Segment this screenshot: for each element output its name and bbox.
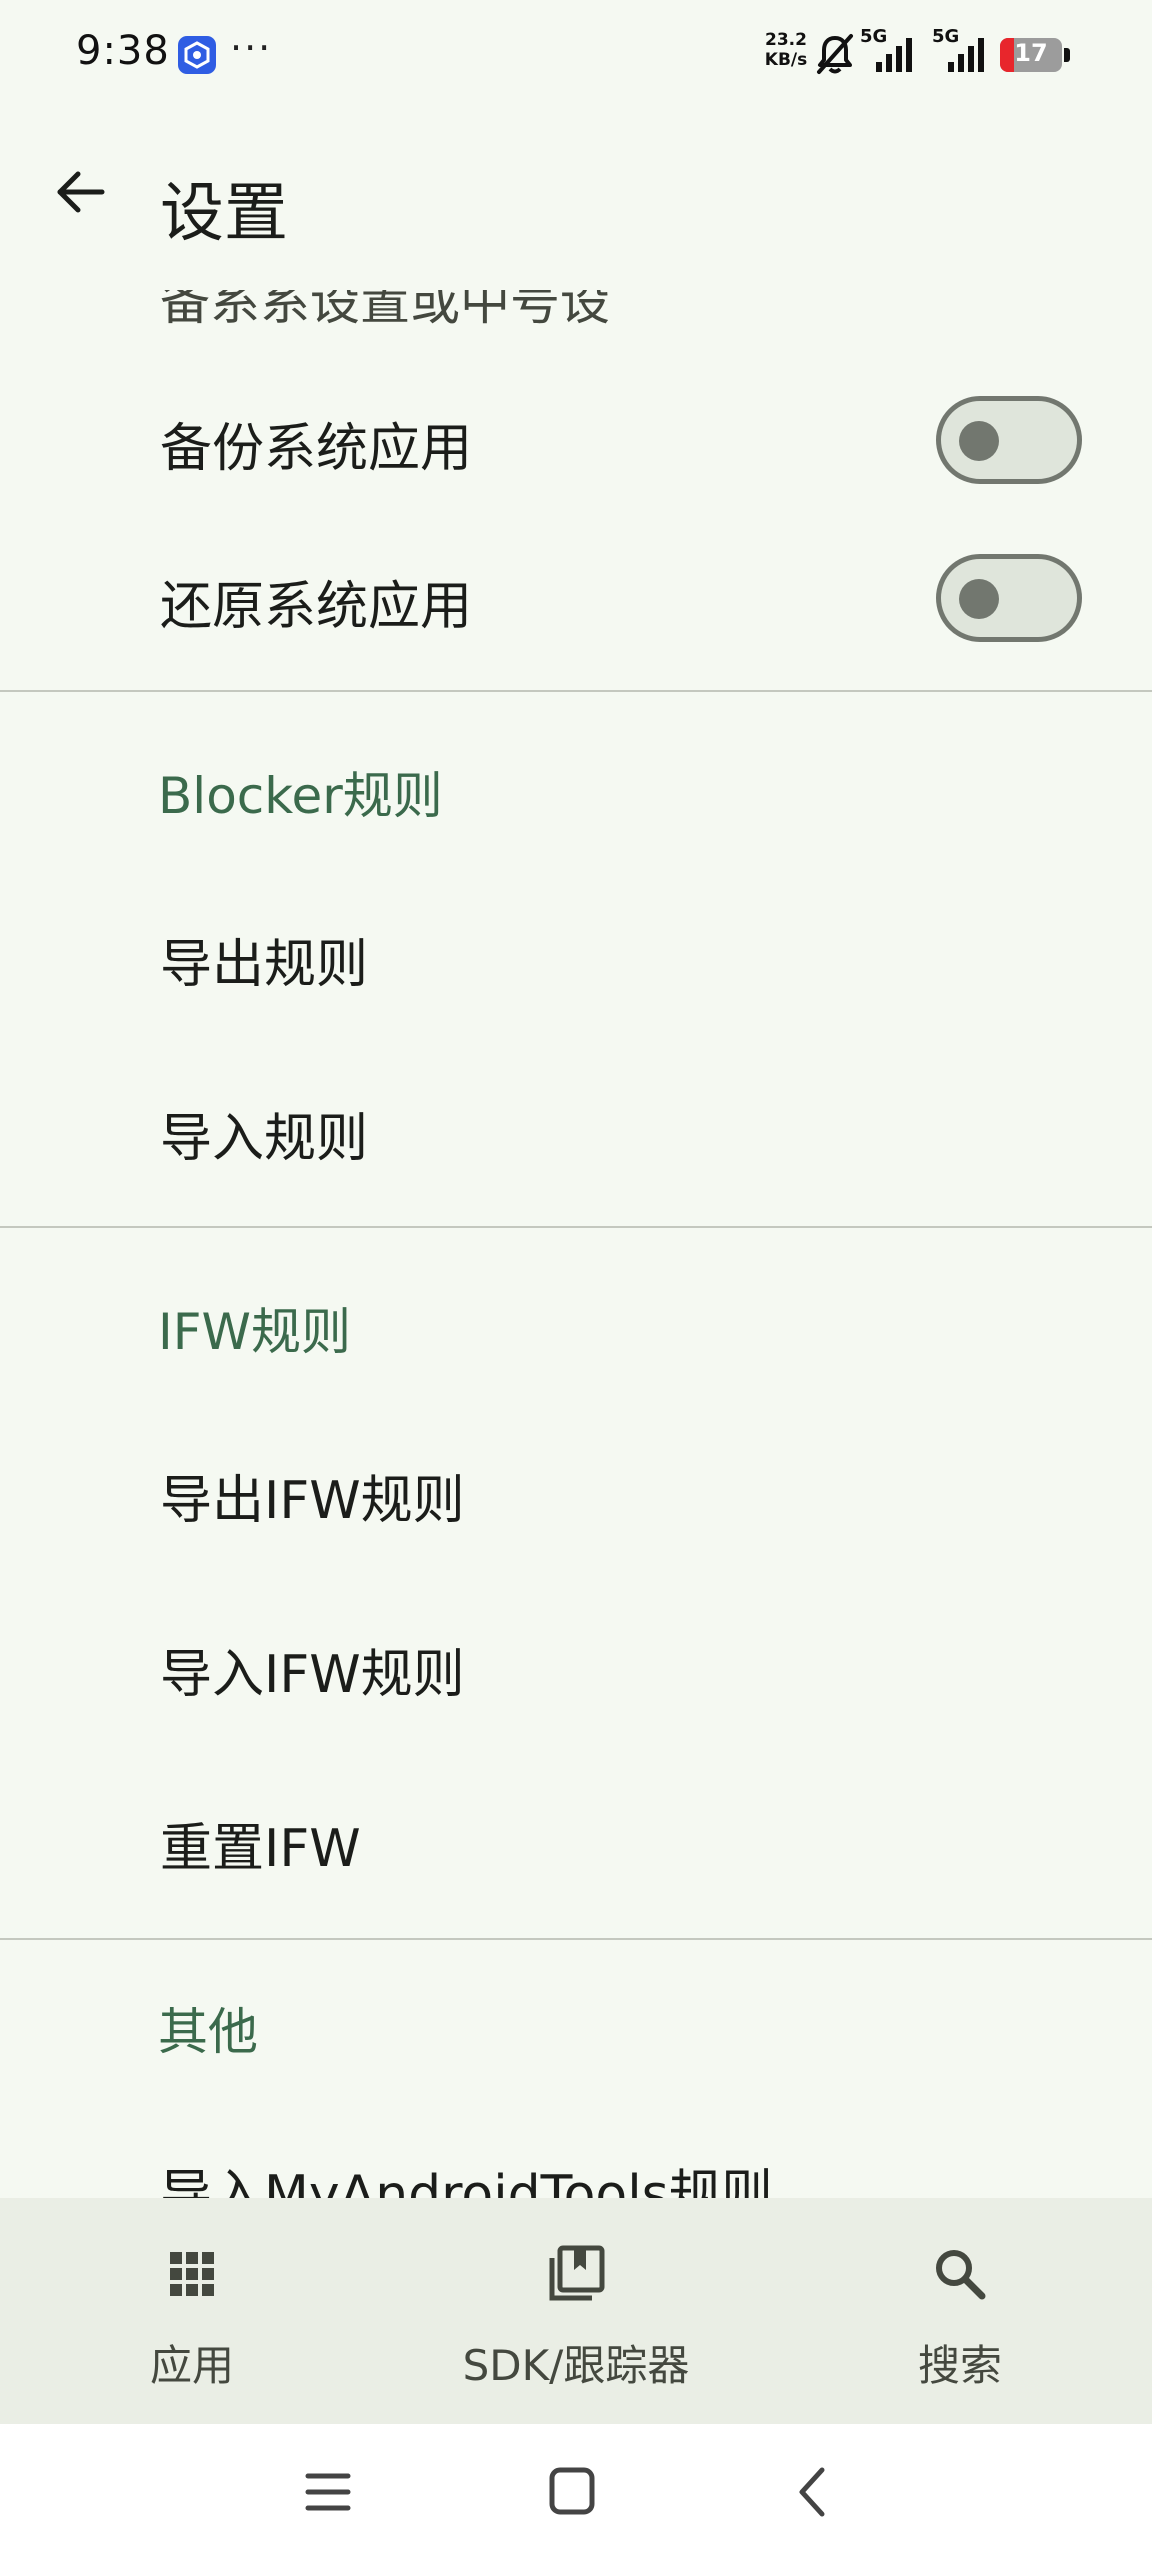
switch-thumb	[959, 579, 999, 619]
import-ifw-rules-label: 导入IFW规则	[160, 1645, 465, 1705]
import-rules-label: 导入规则	[160, 1109, 369, 1169]
signal-strength-icon-sim1: 5G	[858, 26, 924, 78]
back-icon[interactable]	[776, 2454, 852, 2530]
nav-label-search: 搜索	[917, 2341, 1002, 2390]
section-divider	[0, 690, 1152, 692]
grid-apps-icon	[170, 2252, 214, 2296]
section-divider	[0, 1226, 1152, 1228]
export-rules-label: 导出规则	[160, 935, 369, 995]
section-header-ifw-rules: IFW规则	[158, 1303, 351, 1361]
network-speed-unit: KB/s	[764, 50, 808, 70]
battery-level: 17	[1014, 39, 1048, 67]
settings-list[interactable]: 备系系设置或中号设 备份系统应用 还原系统应用 Blocker规则 导出规则 导…	[0, 0, 1152, 2198]
backup-system-apps-switch[interactable]	[936, 396, 1082, 484]
section-header-blocker-rules: Blocker规则	[158, 767, 443, 825]
battery-tip	[1064, 48, 1070, 62]
reset-ifw-label: 重置IFW	[160, 1819, 361, 1879]
status-bar: 9:38 ··· 23.2 KB/s 5G 5G 17	[0, 0, 1152, 110]
restore-system-apps-label: 还原系统应用	[160, 577, 473, 637]
library-books-icon	[549, 2245, 605, 2301]
import-myandroidtools-rules-row[interactable]: 导入MyAndroidTools规则	[160, 2152, 773, 2198]
network-speed: 23.2 KB/s	[760, 30, 812, 70]
settings-screen: 备系系设置或中号设 备份系统应用 还原系统应用 Blocker规则 导出规则 导…	[0, 0, 1152, 2560]
bell-off-icon	[817, 34, 853, 74]
backup-system-apps-row[interactable]: 备份系统应用	[0, 382, 1152, 502]
search-icon	[936, 2250, 986, 2300]
menu-icon[interactable]	[290, 2454, 366, 2530]
home-icon[interactable]	[534, 2454, 610, 2530]
bottom-navigation: 应用 SDK/跟踪器 搜索	[0, 2198, 1152, 2424]
app-notification-icon	[178, 36, 216, 74]
export-ifw-rules-label: 导出IFW规则	[160, 1471, 465, 1531]
nav-item-search[interactable]: 搜索	[768, 2198, 1152, 2424]
backup-system-apps-label: 备份系统应用	[160, 419, 473, 479]
import-ifw-rules-row[interactable]: 导入IFW规则	[0, 1608, 1152, 1728]
export-rules-row[interactable]: 导出规则	[0, 898, 1152, 1018]
reset-ifw-row[interactable]: 重置IFW	[0, 1782, 1152, 1902]
restore-system-apps-row[interactable]: 还原系统应用	[0, 540, 1152, 660]
status-time: 9:38	[76, 28, 170, 74]
network-speed-value: 23.2	[765, 30, 807, 50]
arrow-back-icon	[57, 171, 105, 213]
system-navigation-bar	[0, 2424, 1152, 2560]
more-notifications-icon: ···	[230, 26, 273, 70]
signal-strength-icon-sim2: 5G	[930, 26, 996, 78]
import-rules-row[interactable]: 导入规则	[0, 1072, 1152, 1192]
nav-item-sdk-trackers[interactable]: SDK/跟踪器	[384, 2198, 768, 2424]
export-ifw-rules-row[interactable]: 导出IFW规则	[0, 1434, 1152, 1554]
section-header-other: 其他	[158, 2003, 258, 2061]
switch-thumb	[959, 421, 999, 461]
back-button[interactable]	[40, 152, 120, 232]
nav-item-apps[interactable]: 应用	[0, 2198, 384, 2424]
battery-icon: 17	[1000, 38, 1062, 72]
page-title: 设置	[160, 177, 288, 251]
nav-label-apps: 应用	[149, 2341, 234, 2390]
nav-label-sdk-trackers: SDK/跟踪器	[462, 2341, 690, 2390]
top-app-bar: 设置	[0, 110, 1152, 290]
section-divider	[0, 1938, 1152, 1940]
restore-system-apps-switch[interactable]	[936, 554, 1082, 642]
